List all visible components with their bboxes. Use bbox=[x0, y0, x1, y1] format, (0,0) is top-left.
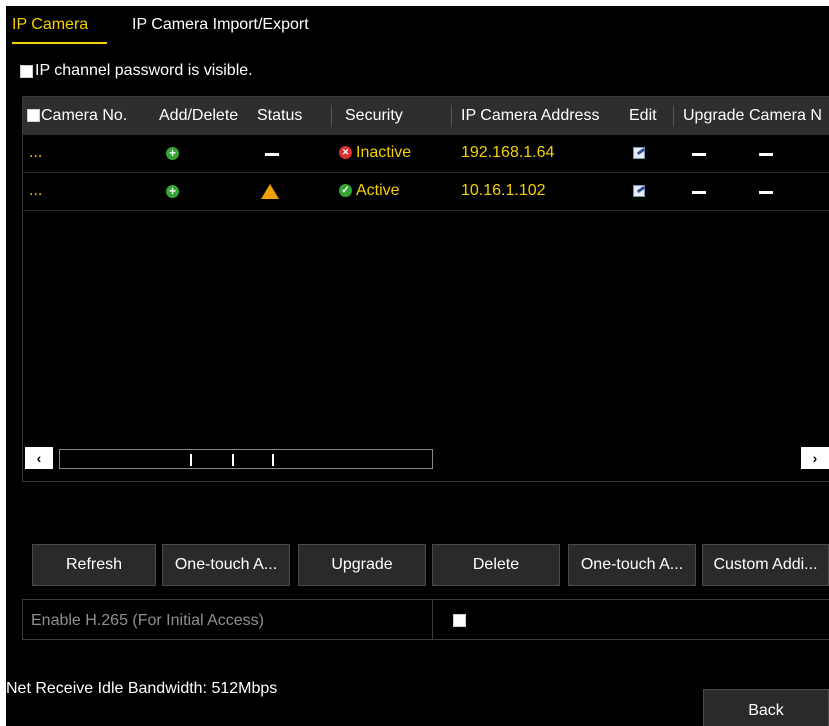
table-row[interactable]: ... + ✓ Active 10.16.1.102 bbox=[23, 173, 829, 211]
active-check-icon: ✓ bbox=[339, 184, 352, 198]
camera-no-cell: ... bbox=[29, 182, 43, 199]
scroll-thumb-grip[interactable] bbox=[232, 454, 234, 466]
upgrade-button[interactable]: Upgrade bbox=[298, 544, 426, 586]
security-cell: ✕ Inactive bbox=[339, 144, 411, 162]
ip-address-cell: 10.16.1.102 bbox=[461, 182, 546, 199]
header-ip-address[interactable]: IP Camera Address bbox=[461, 107, 599, 125]
tab-ip-camera-import-export[interactable]: IP Camera Import/Export bbox=[132, 16, 309, 34]
scroll-thumb-grip[interactable] bbox=[190, 454, 192, 466]
edit-icon[interactable] bbox=[633, 185, 645, 197]
one-touch-activate-button[interactable]: One-touch A... bbox=[162, 544, 290, 586]
scroll-left-button[interactable]: ‹ bbox=[25, 447, 53, 469]
password-visible-option[interactable]: IP channel password is visible. bbox=[20, 62, 253, 80]
security-cell: ✓ Active bbox=[339, 182, 400, 200]
camera-name-dash-icon bbox=[759, 191, 773, 194]
delete-button[interactable]: Delete bbox=[432, 544, 560, 586]
horizontal-scrollbar[interactable]: ‹ › bbox=[23, 443, 829, 481]
ip-address-cell: 192.168.1.64 bbox=[461, 144, 555, 161]
scroll-track[interactable] bbox=[59, 449, 433, 469]
header-add-delete[interactable]: Add/Delete bbox=[159, 107, 238, 125]
h265-setting-row: Enable H.265 (For Initial Access) bbox=[22, 599, 829, 640]
header-separator bbox=[451, 105, 452, 127]
scroll-thumb-grip[interactable] bbox=[272, 454, 274, 466]
header-separator bbox=[331, 105, 332, 127]
h265-label: Enable H.265 (For Initial Access) bbox=[31, 612, 264, 629]
add-camera-icon[interactable]: + bbox=[166, 147, 179, 160]
camera-name-dash-icon bbox=[759, 153, 773, 156]
camera-table: Camera No. Add/Delete Status Security IP… bbox=[22, 96, 829, 482]
refresh-button[interactable]: Refresh bbox=[32, 544, 156, 586]
security-text: Inactive bbox=[356, 144, 412, 161]
table-row[interactable]: ... + ✕ Inactive 192.168.1.64 bbox=[23, 135, 829, 173]
password-visible-checkbox[interactable] bbox=[20, 64, 33, 78]
net-receive-bandwidth: Net Receive Idle Bandwidth: 512Mbps bbox=[6, 680, 278, 697]
edit-icon[interactable] bbox=[633, 147, 645, 159]
header-camera-name[interactable]: Camera N bbox=[749, 107, 822, 125]
tab-bar: IP Camera IP Camera Import/Export bbox=[6, 6, 829, 48]
status-dash-icon bbox=[265, 153, 279, 156]
inactive-x-icon: ✕ bbox=[339, 146, 352, 160]
h265-separator bbox=[432, 600, 433, 639]
header-edit[interactable]: Edit bbox=[629, 107, 657, 125]
header-separator bbox=[673, 105, 674, 127]
table-header: Camera No. Add/Delete Status Security IP… bbox=[23, 97, 829, 135]
active-tab-underline bbox=[12, 42, 107, 44]
security-text: Active bbox=[356, 182, 400, 199]
select-all-checkbox[interactable] bbox=[27, 109, 40, 122]
password-visible-label: IP channel password is visible. bbox=[35, 62, 253, 79]
tab-ip-camera[interactable]: IP Camera bbox=[12, 16, 88, 34]
upgrade-dash-icon bbox=[692, 191, 706, 194]
camera-no-cell: ... bbox=[29, 144, 43, 161]
header-security[interactable]: Security bbox=[345, 107, 403, 125]
upgrade-dash-icon bbox=[692, 153, 706, 156]
custom-adding-button[interactable]: Custom Addi... bbox=[702, 544, 829, 586]
add-camera-icon[interactable]: + bbox=[166, 185, 179, 198]
one-touch-adding-button[interactable]: One-touch A... bbox=[568, 544, 696, 586]
warning-icon bbox=[261, 184, 279, 199]
header-status[interactable]: Status bbox=[257, 107, 302, 125]
scroll-right-button[interactable]: › bbox=[801, 447, 829, 469]
header-upgrade[interactable]: Upgrade bbox=[683, 107, 744, 125]
h265-checkbox[interactable] bbox=[453, 614, 466, 627]
header-camera-no[interactable]: Camera No. bbox=[41, 107, 127, 125]
back-button[interactable]: Back bbox=[703, 689, 829, 726]
ip-camera-screen: IP Camera IP Camera Import/Export IP cha… bbox=[6, 6, 829, 726]
